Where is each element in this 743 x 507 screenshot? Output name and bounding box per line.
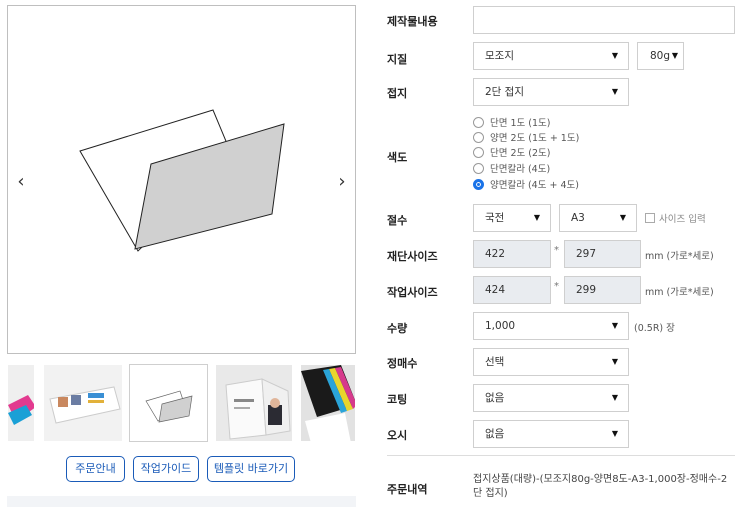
- scoring-select[interactable]: 없음 ▼: [473, 420, 629, 448]
- cut-height-field[interactable]: 297: [564, 240, 641, 268]
- chevron-down-icon: ▼: [611, 429, 618, 438]
- fold-select-value: 2단 접지: [485, 86, 524, 98]
- color-option-5[interactable]: 양면칼라 (4도 + 4도): [473, 179, 579, 193]
- scoring-label: 오시: [387, 429, 408, 442]
- work-size-label: 작업사이즈: [387, 286, 438, 299]
- color-option-label: 양면칼라 (4도 + 4도): [490, 180, 579, 191]
- work-size-separator: *: [554, 281, 559, 292]
- thumbnail-1[interactable]: [7, 364, 35, 442]
- chevron-down-icon: ▼: [611, 87, 618, 96]
- paper-select-value: 모조지: [485, 50, 514, 62]
- cut-size-separator: *: [554, 245, 559, 256]
- sheets-label: 정매수: [387, 357, 418, 370]
- thumbnail-2[interactable]: [43, 364, 123, 442]
- radio-icon: [473, 132, 484, 143]
- size-type-select[interactable]: 국전 ▼: [473, 204, 551, 232]
- folded-paper-illustration: [79, 109, 285, 252]
- coating-select[interactable]: 없음 ▼: [473, 384, 629, 412]
- content-label: 제작물내용: [387, 15, 438, 28]
- scoring-value: 없음: [485, 428, 505, 440]
- bottom-panel: [7, 496, 356, 507]
- quantity-label: 수량: [387, 322, 408, 335]
- sheets-select[interactable]: 선택 ▼: [473, 348, 629, 376]
- chevron-down-icon: ▼: [611, 51, 618, 60]
- work-width-field[interactable]: 424: [473, 276, 551, 304]
- product-preview: ‹ ›: [7, 5, 356, 354]
- template-shortcut-button[interactable]: 템플릿 바로가기: [207, 456, 295, 482]
- chevron-down-icon: ▼: [611, 393, 618, 402]
- chevron-down-icon: ▼: [619, 213, 626, 222]
- cut-size-unit: mm (가로*세로): [645, 251, 714, 262]
- work-height-field[interactable]: 299: [564, 276, 641, 304]
- carousel-next-button[interactable]: ›: [333, 171, 351, 193]
- quantity-note: (0.5R) 장: [634, 323, 675, 334]
- paper-select[interactable]: 모조지 ▼: [473, 42, 629, 70]
- quantity-select[interactable]: 1,000 ▼: [473, 312, 629, 340]
- size-select[interactable]: A3 ▼: [559, 204, 637, 232]
- chevron-down-icon: ▼: [671, 51, 678, 60]
- coating-label: 코팅: [387, 393, 408, 406]
- thumbnail-strip: [7, 364, 356, 444]
- thumbnail-3[interactable]: [129, 364, 208, 442]
- radio-icon: [473, 147, 484, 158]
- color-label: 색도: [387, 151, 408, 164]
- carousel-prev-button[interactable]: ‹: [12, 171, 30, 193]
- chevron-down-icon: ▼: [611, 321, 618, 330]
- cut-size-label: 재단사이즈: [387, 250, 438, 263]
- paper-weight-select[interactable]: 80g ▼: [637, 42, 684, 70]
- order-guide-button[interactable]: 주문안내: [66, 456, 125, 482]
- order-summary-text: 접지상품(대량)-(모조지80g-양면8도-A3-1,000장-정매수-2단 접…: [473, 474, 728, 499]
- size-type-value: 국전: [485, 212, 505, 224]
- color-option-4[interactable]: 단면칼라 (4도): [473, 163, 550, 177]
- radio-icon: [473, 117, 484, 128]
- radio-selected-icon: [473, 179, 484, 190]
- coating-value: 없음: [485, 392, 505, 404]
- color-option-3[interactable]: 단면 2도 (2도): [473, 147, 551, 161]
- checkbox-icon: [645, 213, 655, 223]
- sheets-value: 선택: [485, 356, 505, 368]
- work-guide-button[interactable]: 작업가이드: [133, 456, 199, 482]
- fold-select[interactable]: 2단 접지 ▼: [473, 78, 629, 106]
- paper-label: 지질: [387, 53, 408, 66]
- radio-icon: [473, 163, 484, 174]
- size-value: A3: [571, 212, 585, 224]
- paper-weight-value: 80g: [650, 50, 671, 62]
- thumbnail-4[interactable]: [215, 364, 293, 442]
- size-label: 절수: [387, 214, 408, 227]
- custom-size-checkbox[interactable]: 사이즈 입력: [645, 211, 706, 225]
- quantity-value: 1,000: [485, 320, 516, 332]
- color-option-label: 단면 2도 (2도): [490, 148, 551, 159]
- cut-width-field[interactable]: 422: [473, 240, 551, 268]
- color-option-label: 단면 1도 (1도): [490, 118, 551, 129]
- thumbnail-5[interactable]: [300, 364, 356, 442]
- summary-label: 주문내역: [387, 483, 428, 496]
- chevron-down-icon: ▼: [533, 213, 540, 222]
- color-option-2[interactable]: 양면 2도 (1도 + 1도): [473, 132, 579, 146]
- fold-label: 접지: [387, 87, 408, 100]
- color-option-label: 양면 2도 (1도 + 1도): [490, 133, 580, 144]
- color-option-1[interactable]: 단면 1도 (1도): [473, 117, 551, 131]
- work-size-unit: mm (가로*세로): [645, 287, 714, 298]
- color-option-label: 단면칼라 (4도): [490, 164, 551, 175]
- content-input[interactable]: [473, 6, 735, 34]
- section-divider: [387, 455, 735, 456]
- custom-size-label: 사이즈 입력: [659, 214, 706, 225]
- chevron-down-icon: ▼: [611, 357, 618, 366]
